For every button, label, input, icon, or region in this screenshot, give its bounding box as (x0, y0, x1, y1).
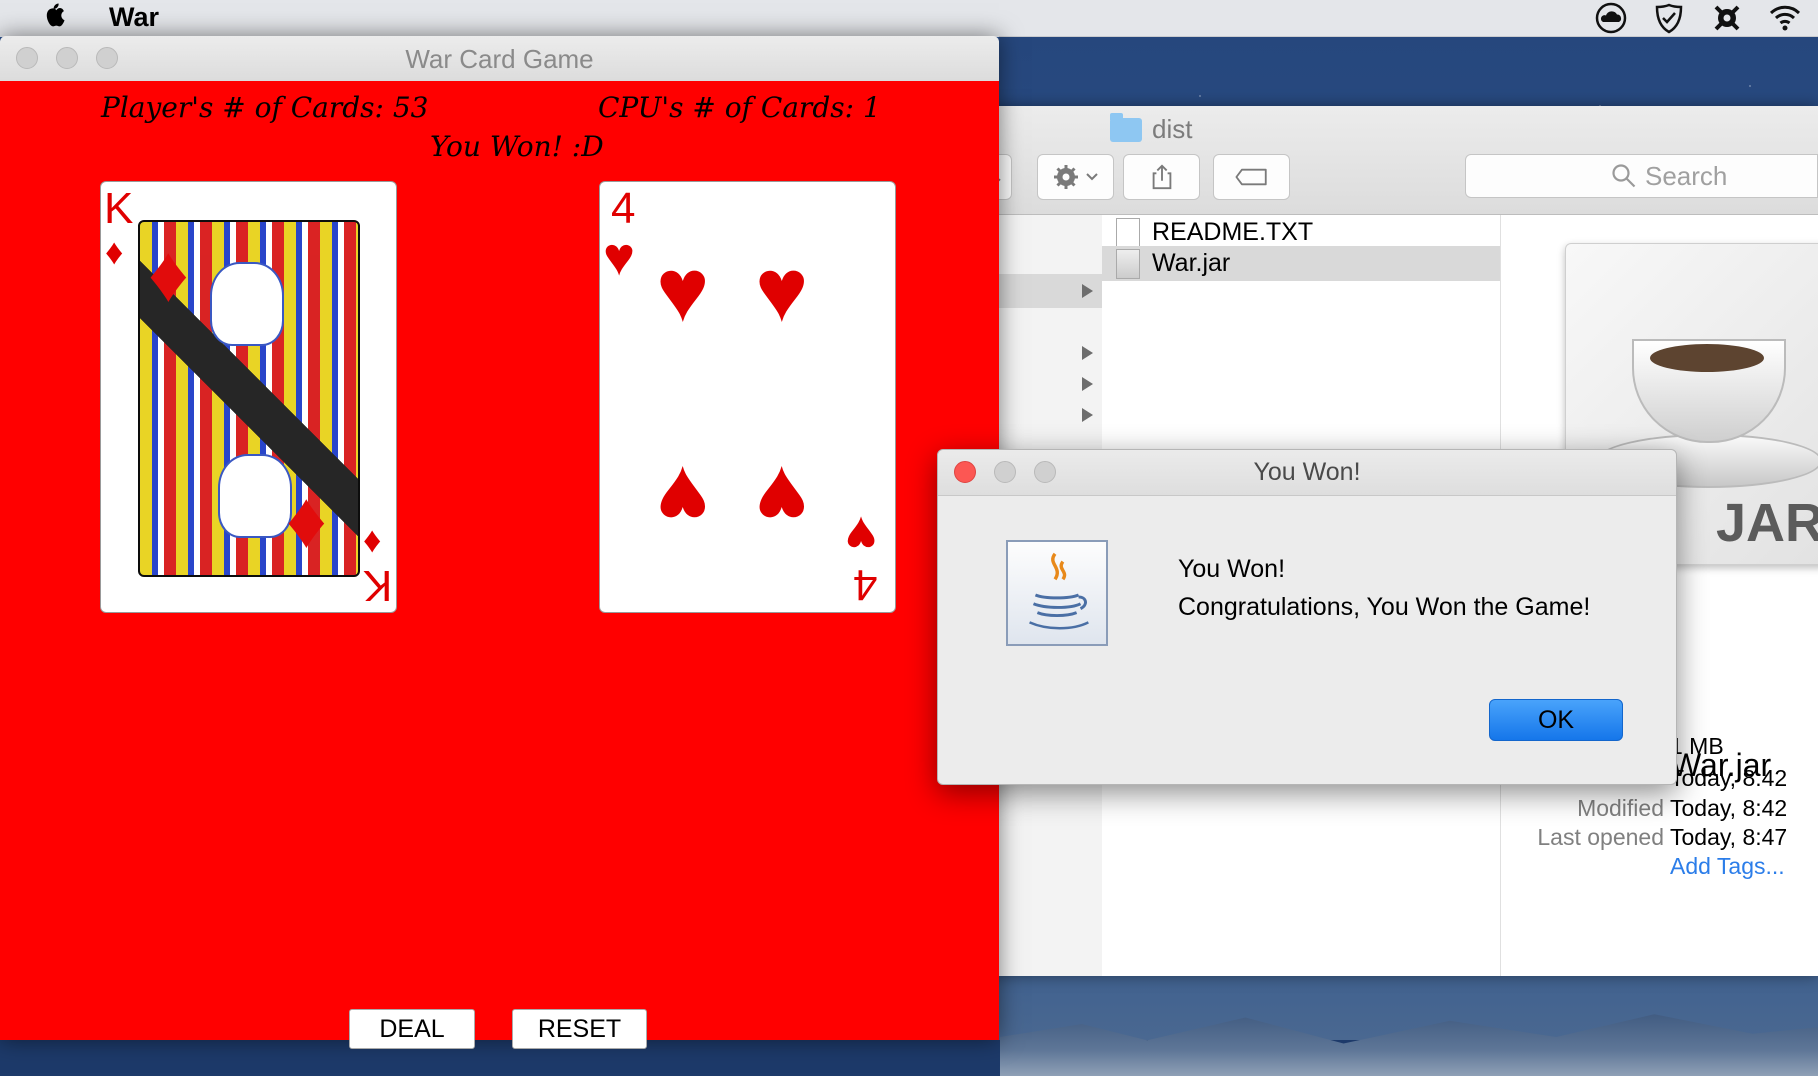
sidebar-row[interactable] (990, 367, 1102, 401)
search-placeholder: Search (1645, 160, 1728, 191)
dialog-titlebar: You Won! (938, 450, 1676, 496)
card-rank-top: K (104, 184, 134, 233)
disclosure-triangle-icon[interactable] (1082, 377, 1093, 391)
card-rank-bottom: K (363, 561, 393, 610)
finder-title-text: dist (1152, 114, 1193, 144)
finder-toolbar: dist ⌄ Search (980, 106, 1818, 215)
heart-icon: ♥ (656, 447, 710, 547)
player-card: K ♦ ♦ ♦ ♦ K (100, 181, 397, 613)
dialog-message-body: Congratulations, You Won the Game! (1178, 593, 1591, 621)
diamond-icon: ♦ (363, 519, 382, 560)
king-head (210, 262, 284, 346)
tag-icon (1235, 168, 1267, 186)
action-button[interactable] (1037, 154, 1114, 200)
card-rank-bottom: 4 (853, 560, 878, 609)
heart-icon: ♥ (845, 505, 878, 565)
share-button[interactable] (1123, 154, 1200, 200)
mountains (1000, 1014, 1818, 1076)
gear-icon (1053, 165, 1098, 189)
app-menu-name[interactable]: War (109, 2, 159, 33)
cloud-icon[interactable] (1594, 2, 1628, 34)
java-icon (1006, 540, 1108, 646)
window-titlebar: War Card Game (0, 36, 999, 82)
created-value: Today, 8:42 (1670, 765, 1788, 791)
add-tags-link[interactable]: Add Tags... (1670, 853, 1785, 880)
game-status: You Won! :D (430, 130, 604, 163)
heart-icon: ♥ (755, 241, 809, 341)
ok-button[interactable]: OK (1489, 699, 1623, 741)
jar-icon-label: JAR (1716, 493, 1818, 553)
war-card-game-window: War Card Game Player's # of Cards: 53 CP… (0, 36, 999, 1049)
disclosure-triangle-icon[interactable] (1082, 346, 1093, 360)
cpu-card-count: CPU's # of Cards: 1 (598, 91, 881, 124)
tags-button[interactable] (1213, 154, 1290, 200)
apple-icon[interactable] (40, 2, 70, 32)
heart-icon: ♥ (656, 241, 710, 341)
heart-icon: ♥ (755, 447, 809, 547)
search-icon (1612, 164, 1636, 188)
game-table: Player's # of Cards: 53 CPU's # of Cards… (0, 81, 999, 1049)
disclosure-triangle-icon[interactable] (1082, 284, 1093, 298)
coffee (1650, 344, 1764, 372)
checkmark-icon[interactable] (1652, 2, 1686, 34)
file-name: War.jar (1152, 249, 1231, 277)
sidebar-row[interactable] (990, 398, 1102, 432)
dialog-title: You Won! (1253, 458, 1361, 486)
deal-button[interactable]: DEAL (349, 1009, 475, 1049)
search-field[interactable]: Search (1465, 154, 1818, 198)
modified-label: Modified (1577, 795, 1664, 821)
sidebar-row-selected[interactable] (990, 274, 1102, 308)
king-head (218, 454, 292, 538)
heart-icon: ♥ (603, 227, 636, 287)
you-won-dialog: You Won! You Won! Congratulations, You W… (937, 449, 1677, 785)
text-file-icon (1116, 217, 1140, 248)
menu-bar: War (0, 0, 1818, 37)
diamond-icon: ♦ (148, 229, 189, 318)
wifi-icon[interactable] (1768, 2, 1802, 34)
folder-icon (1110, 112, 1142, 142)
share-icon (1152, 164, 1171, 190)
cpu-card: 4 ♥ ♥ ♥ ♥ ♥ ♥ 4 (599, 181, 896, 613)
jar-file-icon (1116, 248, 1140, 279)
modified-value: Today, 8:42 (1670, 795, 1788, 821)
file-row-war-jar[interactable]: War.jar (1102, 246, 1500, 281)
reset-button[interactable]: RESET (512, 1009, 647, 1049)
window-title: War Card Game (405, 44, 594, 74)
dialog-message-title: You Won! (1178, 555, 1286, 583)
gear-badge-icon[interactable] (1710, 2, 1744, 34)
diamond-icon: ♦ (286, 475, 327, 564)
disclosure-triangle-icon[interactable] (1082, 408, 1093, 422)
finder-title: dist (1110, 112, 1193, 145)
king-face-art: ♦ ♦ (138, 220, 360, 577)
sidebar-row[interactable] (990, 336, 1102, 370)
diamond-icon: ♦ (105, 231, 124, 272)
file-name: README.TXT (1152, 218, 1314, 246)
last-opened-value: Today, 8:47 (1670, 824, 1788, 850)
file-size-value: 1 MB (1670, 733, 1724, 759)
file-row-readme[interactable]: README.TXT (1102, 215, 1500, 250)
last-opened-label: Last opened (1537, 824, 1664, 850)
player-card-count: Player's # of Cards: 53 (101, 91, 429, 124)
